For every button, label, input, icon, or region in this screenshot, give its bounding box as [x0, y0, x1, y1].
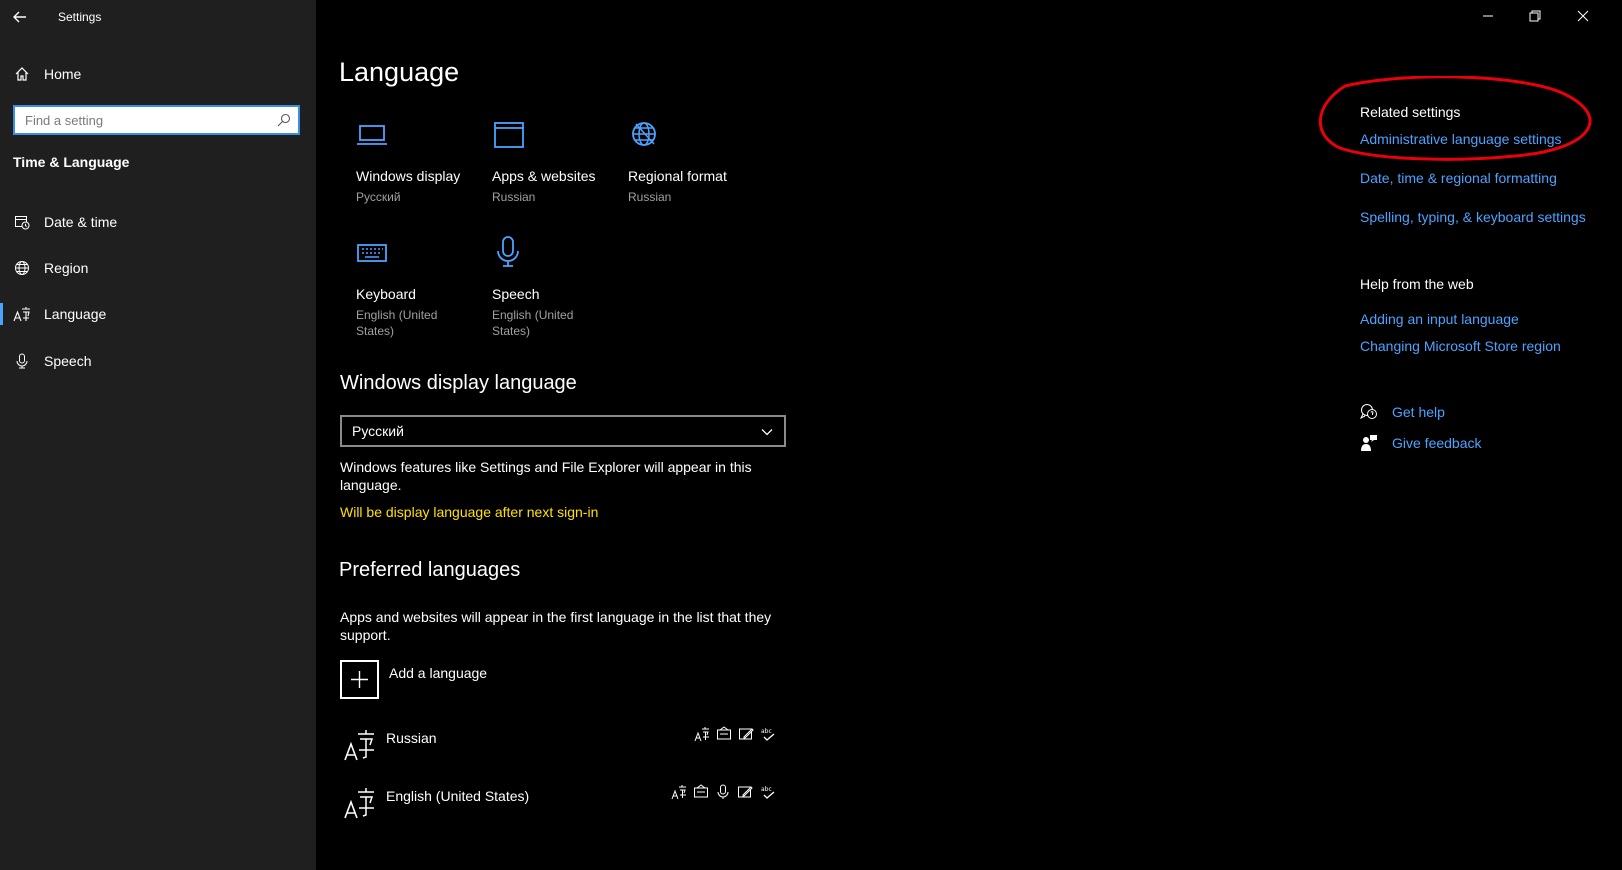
related-settings-heading: Related settings [1360, 104, 1461, 120]
spellcheck-feature-icon: abc [760, 726, 776, 742]
calendar-clock-icon [12, 200, 32, 244]
link-adding-input-language[interactable]: Adding an input language [1360, 311, 1519, 327]
link-admin-language-settings[interactable]: Administrative language settings [1360, 131, 1562, 147]
tile-label: Regional format [628, 168, 727, 184]
close-icon[interactable] [1575, 8, 1591, 24]
tile-windows-display[interactable]: Windows display Русский [356, 118, 486, 208]
tile-value: Russian [628, 190, 672, 204]
microphone-icon [492, 236, 526, 270]
link-date-time-regional[interactable]: Date, time & regional formatting [1360, 170, 1557, 186]
sidebar-item-label: Region [44, 260, 89, 276]
display-language-description: Windows features like Settings and File … [340, 459, 752, 493]
plus-icon [340, 660, 379, 699]
tile-value: Русский [356, 190, 401, 204]
tile-label: Keyboard [356, 286, 416, 302]
text-to-speech-feature-icon [693, 784, 709, 800]
window-icon [492, 118, 526, 152]
language-glyph-icon [344, 784, 376, 820]
globe-icon [628, 118, 662, 152]
sidebar-item-region[interactable]: Region [0, 246, 316, 290]
sidebar-home-label: Home [44, 66, 82, 82]
tile-value: Russian [492, 190, 536, 204]
search-input[interactable] [23, 107, 268, 133]
language-row-russian[interactable]: Russian abc [340, 720, 780, 764]
tile-keyboard[interactable]: Keyboard English (United States) [356, 236, 486, 338]
globe-icon [12, 246, 32, 290]
display-language-notice: Will be display language after next sign… [340, 504, 599, 520]
get-help-label: Get help [1392, 404, 1445, 420]
back-arrow-icon[interactable] [12, 9, 28, 25]
give-feedback-label: Give feedback [1392, 435, 1482, 451]
display-language-feature-icon [671, 784, 687, 800]
tile-value: English (United States) [356, 308, 438, 338]
spellcheck-feature-icon: abc [760, 784, 776, 800]
language-row-english-us[interactable]: English (United States) abc [340, 778, 780, 822]
language-name: English (United States) [386, 788, 530, 804]
microphone-icon [12, 339, 32, 383]
tile-speech[interactable]: Speech English (United States) [492, 236, 622, 338]
monitor-icon [356, 118, 390, 152]
display-language-dropdown[interactable]: Русский [340, 415, 786, 447]
tile-regional-format[interactable]: Regional format Russian [628, 118, 758, 208]
svg-text:abc: abc [761, 728, 772, 735]
tile-label: Speech [492, 286, 540, 302]
preferred-languages-description: Apps and websites will appear in the fir… [340, 609, 772, 643]
svg-text:abc: abc [761, 786, 772, 793]
page-title: Language [339, 57, 460, 87]
tile-value: English (United States) [492, 308, 574, 338]
feedback-icon [1360, 434, 1378, 452]
search-icon[interactable] [276, 112, 292, 128]
sidebar-item-date-time[interactable]: Date & time [0, 200, 316, 244]
search-field[interactable] [13, 105, 300, 135]
tile-label: Apps & websites [492, 168, 596, 184]
language-glyph-icon [344, 726, 376, 762]
sidebar-home[interactable]: Home [0, 52, 316, 96]
window-title: Settings [58, 10, 102, 24]
help-heading: Help from the web [1360, 276, 1474, 292]
handwriting-feature-icon [737, 784, 753, 800]
keyboard-icon [356, 236, 390, 270]
get-help-row[interactable]: Get help [1359, 403, 1510, 425]
add-language-label: Add a language [389, 665, 488, 681]
tile-label: Windows display [356, 168, 461, 184]
link-changing-store-region[interactable]: Changing Microsoft Store region [1360, 338, 1561, 354]
restore-icon[interactable] [1527, 8, 1543, 24]
preferred-languages-heading: Preferred languages [339, 559, 521, 581]
text-to-speech-feature-icon [716, 726, 732, 742]
handwriting-feature-icon [738, 726, 754, 742]
home-icon [12, 52, 32, 96]
give-feedback-row[interactable]: Give feedback [1360, 434, 1510, 456]
display-language-feature-icon [694, 726, 710, 742]
speech-recognition-feature-icon [715, 784, 731, 800]
dropdown-value: Русский [352, 423, 404, 439]
chevron-down-icon [760, 425, 774, 439]
sidebar-item-label: Date & time [44, 214, 118, 230]
display-language-heading: Windows display language [340, 372, 577, 394]
sidebar-item-label: Language [44, 306, 107, 322]
tile-apps-websites[interactable]: Apps & websites Russian [492, 118, 622, 208]
section-title: Time & Language [13, 154, 130, 170]
sidebar-item-language[interactable]: Language [0, 292, 316, 336]
language-icon [12, 292, 32, 336]
sidebar-item-label: Speech [44, 353, 92, 369]
sidebar-item-speech[interactable]: Speech [0, 339, 316, 383]
link-spelling-typing-keyboard[interactable]: Spelling, typing, & keyboard settings [1360, 209, 1586, 225]
minimize-icon[interactable] [1480, 8, 1496, 24]
sidebar: Settings Home Time & Language Date & tim… [0, 0, 316, 870]
help-chat-icon [1359, 403, 1378, 421]
language-name: Russian [386, 730, 437, 746]
add-language-button[interactable]: Add a language [340, 660, 540, 700]
